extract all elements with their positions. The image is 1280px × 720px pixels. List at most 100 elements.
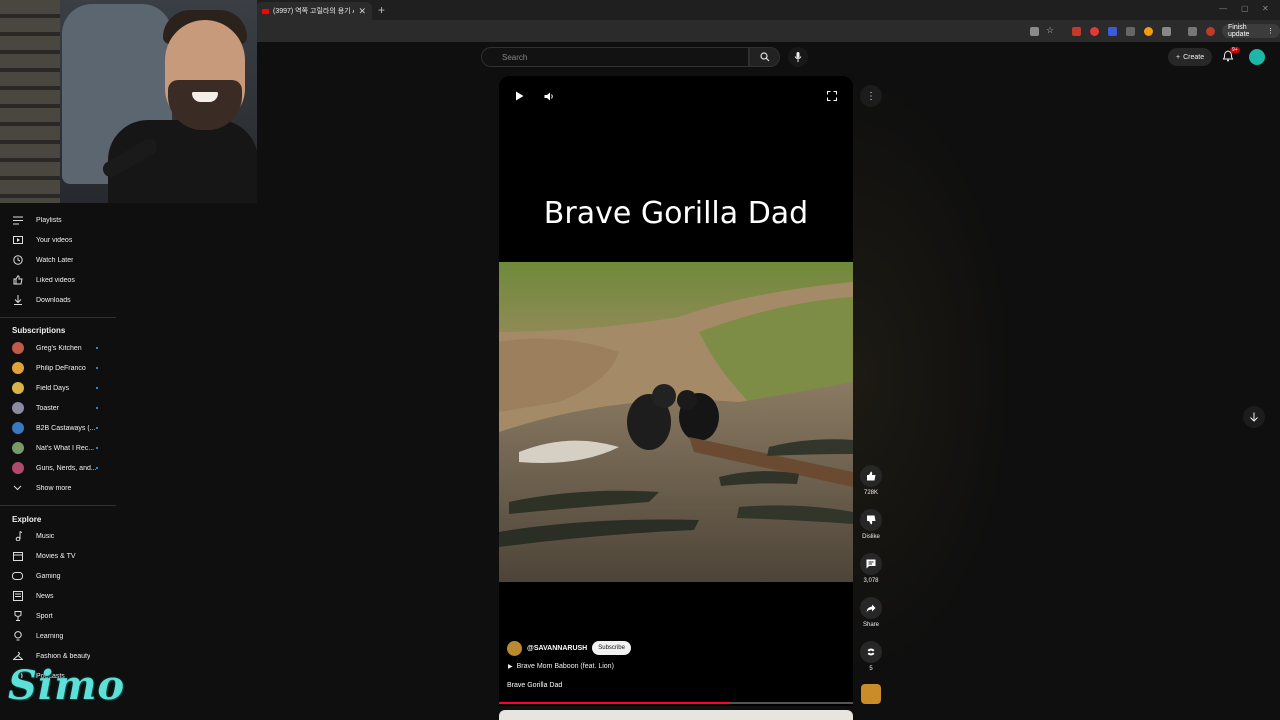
create-button[interactable]: + Create [1168,48,1213,66]
like-button[interactable]: 728K [858,465,884,496]
comment-icon [866,559,876,569]
channel-avatar [12,462,24,474]
new-tab-button[interactable]: + [378,3,385,17]
sidebar-item-playlists[interactable]: Playlists [0,211,118,229]
finish-update-label: Finish update [1228,24,1250,38]
notifications-badge: 9+ [1230,47,1240,53]
minimize-icon[interactable]: — [1219,4,1227,13]
sidebar-item-subscription[interactable]: Greg's Kitchen [0,339,118,357]
channel-avatar[interactable] [507,640,522,656]
sidebar-item-label: Greg's Kitchen [36,344,82,352]
puzzle-icon[interactable] [1162,27,1171,36]
sidebar-item-news[interactable]: News [0,587,118,605]
subscribe-button[interactable]: Subscribe [592,641,631,655]
next-short-preview[interactable] [499,710,853,720]
sidebar-item-label: Movies & TV [36,552,76,560]
sidebar-item-your-videos[interactable]: Your videos [0,231,118,249]
comments-button[interactable]: 3,078 [858,553,884,584]
cast-icon[interactable] [1030,27,1039,36]
comment-count: 3,078 [863,578,879,584]
browser-tab[interactable]: (3997) 역쪽 고릴라의 용기 A Fi ✕ [256,2,372,20]
dislike-button[interactable]: Dislike [858,509,884,540]
sidebar-item-music[interactable]: Music [0,527,118,545]
sidebar-item-subscription[interactable]: B2B Castaways (... [0,419,118,437]
remix-count: 5 [869,666,873,672]
media-icon[interactable] [1188,27,1197,36]
share-label: Share [862,622,879,628]
maximize-icon[interactable]: ▢ [1241,4,1249,13]
show-more-button[interactable]: Show more [0,479,118,497]
new-content-dot [96,347,98,349]
sidebar-item-label: Sport [36,612,53,620]
music-link[interactable]: ▶ Brave Mom Baboon (feat. Lion) [508,663,614,670]
sidebar-item-subscription[interactable]: Philip DeFranco [0,359,118,377]
profile-icon[interactable] [1206,27,1215,36]
search-button[interactable] [749,47,780,67]
sidebar-item-sport[interactable]: Sport [0,607,118,625]
sidebar-divider [0,317,116,318]
new-content-dot [96,407,98,409]
dislike-label: Dislike [862,534,880,540]
streamer-logo: Simo [8,662,126,709]
extension-icon[interactable] [1126,27,1135,36]
extension-icon[interactable] [1072,27,1081,36]
like-count: 728K [863,490,878,496]
sound-thumbnail[interactable] [861,684,881,704]
channel-avatar [12,442,24,454]
sidebar-item-label: Philip DeFranco [36,364,86,372]
ambient-glow [853,76,1013,676]
thumbs-down-icon [867,515,876,525]
sidebar-item-label: Fashion & beauty [36,652,91,660]
sidebar-item-label: Liked videos [36,276,75,284]
sidebar-item-subscription[interactable]: Guns, Nerds, and... [0,459,118,477]
channel-avatar [12,342,24,354]
sidebar-item-learning[interactable]: Learning [0,627,118,645]
extension-icon[interactable] [1144,27,1153,36]
trophy-icon [12,611,23,622]
sidebar-item-label: Watch Later [36,256,74,264]
your-videos-icon [12,235,23,246]
shorts-player[interactable]: Brave Gorilla Dad [499,76,853,706]
video-progress-bar[interactable] [499,702,853,704]
more-options-button[interactable]: ⋮ [860,85,882,107]
sidebar-item-subscription[interactable]: Nat's What I Rec... [0,439,118,457]
play-icon[interactable] [512,89,526,103]
sidebar-item-label: Music [36,532,55,540]
chevron-down-icon [12,483,23,494]
close-tab-icon[interactable]: ✕ [358,6,366,17]
voice-search-button[interactable] [788,47,808,67]
kebab-menu-icon: ⋮ [1267,28,1274,35]
youtube-favicon-icon [262,8,269,14]
channel-name[interactable]: @SAVANNARUSH [527,645,587,652]
sidebar-item-watch-later[interactable]: Watch Later [0,251,118,269]
new-content-dot [96,367,98,369]
clock-icon [12,255,23,266]
account-avatar[interactable] [1249,49,1265,65]
next-video-button[interactable] [1243,406,1265,428]
finish-update-button[interactable]: Finish update ⋮ [1222,24,1280,38]
sidebar-item-subscription[interactable]: Field Days [0,379,118,397]
search-input[interactable]: Search [481,47,749,67]
fullscreen-icon[interactable] [825,89,839,103]
sidebar-item-label: News [36,592,54,600]
gorilla-scene-image [499,262,853,582]
remix-button[interactable]: 5 [858,641,884,672]
extension-icon[interactable] [1108,27,1117,36]
sidebar-item-movies[interactable]: Movies & TV [0,547,118,565]
volume-icon[interactable] [542,89,556,103]
sidebar-item-downloads[interactable]: Downloads [0,291,118,309]
sidebar-item-liked-videos[interactable]: Liked videos [0,271,118,289]
share-arrow-icon [866,604,876,612]
streamer-webcam [0,0,257,203]
subscriptions-heading: Subscriptions [12,326,66,335]
close-window-icon[interactable]: ✕ [1262,4,1269,13]
sidebar-item-subscription[interactable]: Toaster [0,399,118,417]
news-icon [12,591,23,602]
bookmark-star-icon[interactable]: ☆ [1046,25,1055,35]
channel-avatar [12,422,24,434]
extension-icon[interactable] [1090,27,1099,36]
share-button[interactable]: Share [858,597,884,628]
lightbulb-icon [12,631,23,642]
sidebar-item-gaming[interactable]: Gaming [0,567,118,585]
sidebar-item-label: B2B Castaways (... [36,424,96,432]
